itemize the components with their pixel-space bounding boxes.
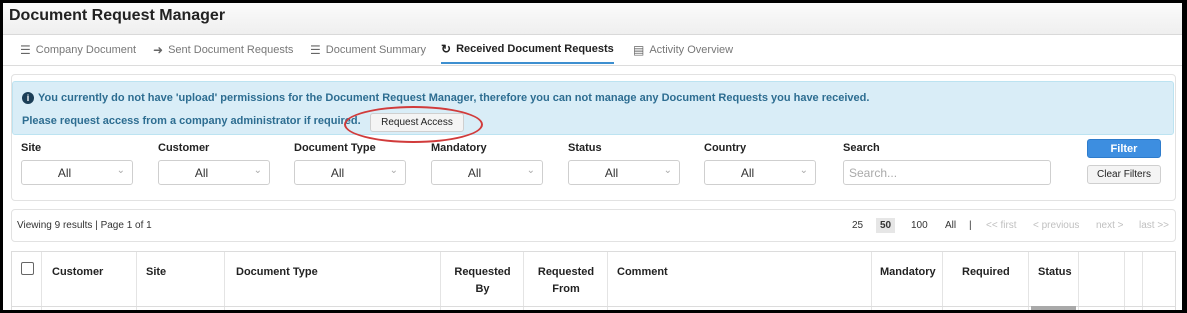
column-header-requested-from[interactable]: Requested From bbox=[523, 252, 608, 310]
results-summary: Viewing 9 results | Page 1 of 1 bbox=[17, 220, 152, 231]
tab-company-document[interactable]: ☰ Company Document bbox=[20, 35, 136, 64]
filter-button[interactable]: Filter bbox=[1087, 139, 1161, 158]
column-header-site[interactable]: Site bbox=[136, 252, 225, 310]
tab-sent-document-requests[interactable]: ➜ Sent Document Requests bbox=[153, 35, 293, 64]
app-window: Document Request Manager ☰ Company Docum… bbox=[3, 3, 1182, 310]
status-select[interactable]: All ⌄ bbox=[568, 160, 680, 185]
column-header-line: Requested bbox=[454, 266, 511, 278]
column-header-document-type[interactable]: Document Type bbox=[224, 252, 441, 310]
first-page-link[interactable]: << first bbox=[986, 220, 1017, 231]
page-size-50[interactable]: 50 bbox=[876, 218, 896, 233]
request-access-button[interactable]: Request Access bbox=[370, 113, 464, 132]
column-header-requested-by[interactable]: Requested By bbox=[440, 252, 524, 310]
mandatory-select[interactable]: All ⌄ bbox=[431, 160, 543, 185]
column-header-comment[interactable]: Comment bbox=[607, 252, 872, 310]
table-icon: ▤ bbox=[633, 42, 645, 57]
last-page-link[interactable]: last >> bbox=[1139, 220, 1169, 231]
chevron-down-icon: ⌄ bbox=[389, 165, 398, 176]
list-icon: ☰ bbox=[310, 42, 321, 57]
country-label: Country bbox=[704, 142, 747, 154]
column-header-label: Customer bbox=[52, 266, 104, 278]
column-header-label: Status bbox=[1038, 266, 1072, 278]
page-size-25[interactable]: 25 bbox=[852, 220, 863, 231]
mandatory-value: All bbox=[467, 166, 482, 180]
column-header-label: Requested By bbox=[441, 264, 524, 298]
column-header-action-1 bbox=[1078, 252, 1125, 310]
mandatory-label: Mandatory bbox=[431, 142, 487, 154]
tab-document-summary[interactable]: ☰ Document Summary bbox=[310, 35, 426, 64]
country-value: All bbox=[740, 166, 755, 180]
site-select[interactable]: All ⌄ bbox=[21, 160, 133, 185]
tab-label: Sent Document Requests bbox=[168, 43, 294, 56]
column-header-label: Required bbox=[962, 266, 1010, 278]
column-header-label: Site bbox=[146, 266, 167, 278]
customer-label: Customer bbox=[158, 142, 210, 154]
arrow-right-icon: ➜ bbox=[153, 42, 164, 57]
next-page-link[interactable]: next > bbox=[1096, 220, 1124, 231]
chevron-down-icon: ⌄ bbox=[663, 165, 672, 176]
tab-label: Company Document bbox=[35, 43, 137, 56]
page-size-100[interactable]: 100 bbox=[911, 220, 928, 231]
chevron-down-icon: ⌄ bbox=[253, 165, 262, 176]
alert-message: You currently do not have 'upload' permi… bbox=[38, 92, 870, 104]
search-input[interactable] bbox=[843, 160, 1051, 185]
customer-value: All bbox=[194, 166, 209, 180]
document-type-value: All bbox=[330, 166, 345, 180]
refresh-icon: ↻ bbox=[441, 41, 452, 56]
document-type-label: Document Type bbox=[294, 142, 376, 154]
country-select[interactable]: All ⌄ bbox=[704, 160, 816, 185]
chevron-down-icon: ⌄ bbox=[799, 165, 808, 176]
alert-line-1: i You currently do not have 'upload' per… bbox=[22, 92, 869, 104]
column-header-label: Mandatory bbox=[880, 266, 936, 278]
tab-label: Document Summary bbox=[325, 43, 427, 56]
status-indicator bbox=[1031, 306, 1076, 310]
tab-received-document-requests[interactable]: ↻ Received Document Requests bbox=[441, 35, 614, 64]
tab-bar: ☰ Company Document ➜ Sent Document Reque… bbox=[3, 35, 1182, 66]
column-header-customer[interactable]: Customer bbox=[41, 252, 137, 310]
status-value: All bbox=[604, 166, 619, 180]
chevron-down-icon: ⌄ bbox=[526, 165, 535, 176]
site-label: Site bbox=[21, 142, 42, 154]
page-size-all[interactable]: All bbox=[945, 220, 956, 231]
tab-label: Received Document Requests bbox=[456, 42, 614, 55]
column-header-action-2 bbox=[1124, 252, 1143, 310]
tab-activity-overview[interactable]: ▤ Activity Overview bbox=[633, 35, 733, 64]
site-value: All bbox=[57, 166, 72, 180]
header-divider bbox=[12, 306, 1175, 307]
permission-alert: i You currently do not have 'upload' per… bbox=[12, 81, 1174, 143]
info-icon: i bbox=[22, 92, 34, 104]
list-icon: ☰ bbox=[20, 42, 31, 57]
status-label: Status bbox=[568, 142, 602, 154]
column-header-status[interactable]: Status bbox=[1028, 252, 1079, 310]
column-header-label: Comment bbox=[617, 266, 668, 278]
page-title: Document Request Manager bbox=[9, 7, 226, 24]
tab-label: Activity Overview bbox=[649, 43, 734, 56]
chevron-down-icon: ⌄ bbox=[116, 165, 125, 176]
column-header-line: From bbox=[552, 283, 580, 295]
filter-panel: i You currently do not have 'upload' per… bbox=[11, 74, 1176, 201]
column-header-line: By bbox=[475, 283, 490, 295]
requests-table: Customer Site Document Type Requested By… bbox=[11, 251, 1176, 310]
previous-page-link[interactable]: < previous bbox=[1033, 220, 1079, 231]
clear-filters-button[interactable]: Clear Filters bbox=[1087, 165, 1161, 184]
document-type-select[interactable]: All ⌄ bbox=[294, 160, 406, 185]
column-header-required[interactable]: Required bbox=[942, 252, 1029, 310]
column-header-action-3 bbox=[1142, 252, 1176, 310]
pagination-separator: | bbox=[969, 220, 972, 231]
column-header-label: Document Type bbox=[236, 266, 318, 278]
pagination-bar: Viewing 9 results | Page 1 of 1 25 50 10… bbox=[11, 209, 1176, 242]
alert-line-2: Please request access from a company adm… bbox=[22, 115, 361, 127]
select-all-checkbox[interactable] bbox=[21, 262, 34, 275]
search-label: Search bbox=[843, 142, 880, 154]
customer-select[interactable]: All ⌄ bbox=[158, 160, 270, 185]
column-header-line: Requested bbox=[537, 266, 595, 278]
column-header-mandatory[interactable]: Mandatory bbox=[871, 252, 943, 310]
column-header-label: Requested From bbox=[524, 264, 608, 298]
